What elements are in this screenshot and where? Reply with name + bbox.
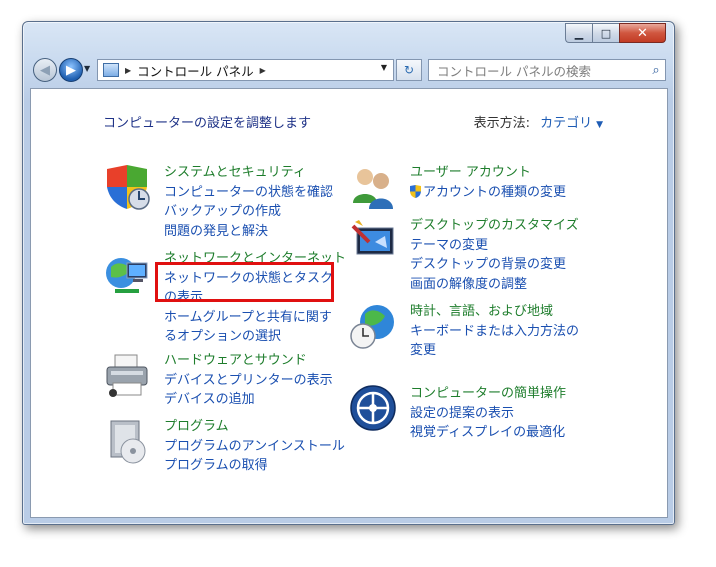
link-backup[interactable]: バックアップの作成	[164, 202, 354, 222]
address-dropdown-icon[interactable]: ▼	[381, 63, 387, 72]
link-text[interactable]: アカウントの種類の変更	[423, 185, 566, 200]
category-links: プログラム プログラムのアンインストール プログラムの取得	[164, 417, 354, 476]
refresh-button[interactable]: ↻	[396, 59, 422, 81]
ease-of-access-icon	[350, 385, 396, 431]
link-homegroup-sharing[interactable]: ホームグループと共有に関するオプションの選択	[164, 308, 336, 347]
minimize-button[interactable]: ▁	[565, 23, 592, 43]
category-heading[interactable]: システムとセキュリティ	[164, 163, 354, 183]
category-heading[interactable]: ユーザー アカウント	[410, 163, 600, 183]
recent-pages-dropdown[interactable]: ▼	[84, 64, 90, 73]
category-heading[interactable]: ハードウェアとサウンド	[164, 351, 354, 371]
forward-button[interactable]: ▶	[59, 58, 83, 82]
category-heading[interactable]: コンピューターの簡単操作	[410, 384, 600, 404]
chevron-down-icon[interactable]: ▼	[596, 120, 603, 130]
network-icon	[106, 258, 148, 293]
navigation-bar: ◀ ▶ ▼ ▶ コントロール パネル ▶ ▼ ↻ コントロール パネルの検索 ⌕	[31, 56, 666, 82]
view-by: 表示方法: カテゴリ ▼	[474, 112, 603, 131]
chevron-right-icon[interactable]: ▶	[125, 66, 131, 75]
page-title: コンピューターの設定を調整します	[103, 116, 312, 131]
search-input[interactable]: コントロール パネルの検索	[437, 61, 647, 80]
user-accounts-icon	[353, 169, 393, 209]
category-links: ハードウェアとサウンド デバイスとプリンターの表示 デバイスの追加	[164, 351, 354, 410]
link-devices-printers[interactable]: デバイスとプリンターの表示	[164, 371, 354, 391]
category-heading[interactable]: 時計、言語、および地域	[410, 302, 600, 322]
maximize-button[interactable]: □	[592, 23, 619, 43]
link-add-device[interactable]: デバイスの追加	[164, 390, 354, 410]
link-change-keyboard[interactable]: キーボードまたは入力方法の変更	[410, 322, 588, 361]
category-heading[interactable]: デスクトップのカスタマイズ	[410, 216, 600, 236]
search-icon[interactable]: ⌕	[647, 63, 665, 78]
link-check-status[interactable]: コンピューターの状態を確認	[164, 183, 354, 203]
caption-buttons: ▁ □ ✕	[565, 23, 666, 43]
link-troubleshoot[interactable]: 問題の発見と解決	[164, 222, 354, 242]
search-box[interactable]: コントロール パネルの検索 ⌕	[428, 59, 666, 81]
control-panel-icon	[103, 63, 119, 77]
link-change-theme[interactable]: テーマの変更	[410, 236, 600, 256]
link-change-background[interactable]: デスクトップの背景の変更	[410, 255, 600, 275]
view-by-dropdown[interactable]: カテゴリ	[540, 116, 592, 131]
category-links: システムとセキュリティ コンピューターの状態を確認 バックアップの作成 問題の発…	[164, 163, 354, 241]
close-button[interactable]: ✕	[619, 23, 666, 43]
link-suggested-settings[interactable]: 設定の提案の表示	[410, 404, 600, 424]
category-links: コンピューターの簡単操作 設定の提案の表示 視覚ディスプレイの最適化	[410, 384, 600, 443]
control-panel-window: ▁ □ ✕ ◀ ▶ ▼ ▶ コントロール パネル ▶ ▼ ↻ コントロール パネ…	[22, 21, 675, 525]
link-adjust-resolution[interactable]: 画面の解像度の調整	[410, 275, 600, 295]
view-by-label: 表示方法:	[473, 116, 531, 131]
content-pane: コンピューターの設定を調整します 表示方法: カテゴリ ▼ システムとセキュリティ …	[30, 88, 668, 518]
title-bar[interactable]: ▁ □ ✕	[23, 22, 674, 48]
uac-shield-icon	[410, 184, 421, 198]
link-uninstall-program[interactable]: プログラムのアンインストール	[164, 437, 354, 457]
programs-icon	[110, 420, 146, 464]
shield-security-icon	[107, 165, 150, 210]
link-optimize-display[interactable]: 視覚ディスプレイの最適化	[410, 423, 600, 443]
category-links: 時計、言語、および地域 キーボードまたは入力方法の変更	[410, 302, 600, 361]
address-bar[interactable]: ▶ コントロール パネル ▶ ▼	[97, 59, 394, 81]
clock-globe-icon	[350, 305, 394, 349]
link-get-programs[interactable]: プログラムの取得	[164, 456, 354, 476]
link-change-account-type[interactable]: アカウントの種類の変更	[410, 183, 600, 203]
category-links: ユーザー アカウント アカウントの種類の変更	[410, 163, 600, 202]
breadcrumb-control-panel[interactable]: コントロール パネル	[137, 61, 253, 80]
appearance-icon	[351, 220, 394, 255]
highlight-box	[155, 262, 334, 302]
back-button[interactable]: ◀	[33, 58, 57, 82]
category-links: デスクトップのカスタマイズ テーマの変更 デスクトップの背景の変更 画面の解像度…	[410, 216, 600, 294]
printer-icon	[106, 354, 148, 397]
category-heading[interactable]: プログラム	[164, 417, 354, 437]
chevron-right-icon[interactable]: ▶	[260, 66, 266, 75]
